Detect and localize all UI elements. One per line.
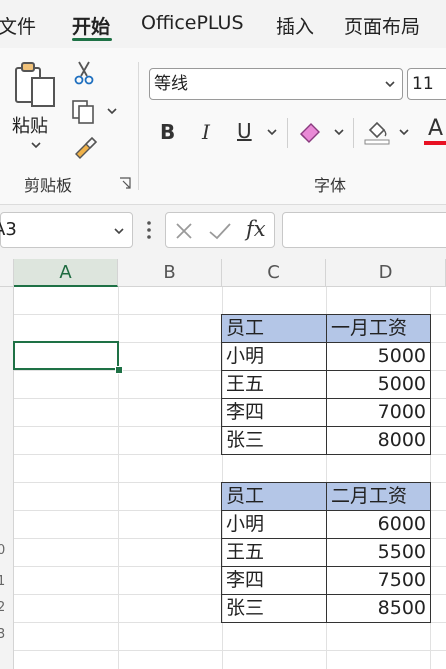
chevron-down-icon[interactable]: [398, 127, 410, 137]
table-cell[interactable]: 7500: [326, 566, 431, 595]
group-divider: [138, 62, 139, 190]
chevron-down-icon: [385, 81, 395, 88]
tab-home[interactable]: 开始: [72, 12, 110, 39]
fill-handle[interactable]: [115, 366, 123, 374]
font-size-value: 11: [412, 74, 434, 94]
chevron-down-icon: [114, 228, 124, 235]
scissors-icon[interactable]: [73, 60, 95, 86]
cancel-icon[interactable]: [174, 221, 194, 241]
table-cell[interactable]: 小明: [221, 510, 327, 539]
table-cell[interactable]: 8500: [326, 594, 431, 623]
font-color-button[interactable]: A: [428, 116, 443, 141]
table-cell[interactable]: 李四: [221, 398, 327, 427]
copy-button[interactable]: [70, 98, 122, 126]
formula-input[interactable]: [282, 212, 446, 248]
chevron-down-icon: [107, 108, 117, 115]
table-cell[interactable]: 5000: [326, 342, 431, 371]
ribbon-tab-bar: 文件 开始 OfficePLUS 插入 页面布局: [0, 0, 446, 48]
table-cell[interactable]: 8000: [326, 426, 431, 455]
row-number: 1: [0, 574, 6, 589]
column-header-a[interactable]: A: [14, 259, 118, 287]
table-header-cell[interactable]: 员工: [221, 314, 327, 343]
font-color-bar: [424, 141, 446, 145]
table-cell[interactable]: 6000: [326, 510, 431, 539]
paste-button[interactable]: 粘贴: [10, 60, 62, 154]
name-box[interactable]: A3: [0, 212, 133, 248]
table-cell[interactable]: 李四: [221, 566, 327, 595]
table-header-cell[interactable]: 一月工资: [326, 314, 431, 343]
row-number: 3: [0, 627, 6, 642]
toolbar-divider: [353, 118, 354, 148]
font-name-value: 等线: [154, 74, 188, 94]
clipboard-group-label: 剪贴板: [24, 176, 73, 195]
active-cell-selection[interactable]: [13, 341, 119, 370]
dialog-launcher-icon[interactable]: [119, 177, 131, 189]
format-painter-icon[interactable]: [72, 136, 98, 162]
name-box-value: A3: [0, 219, 17, 240]
paste-icon: [15, 62, 55, 107]
insert-function-button[interactable]: fx: [246, 217, 266, 241]
underline-button[interactable]: U: [237, 119, 252, 143]
row-number: 0: [0, 543, 6, 558]
table-cell[interactable]: 5000: [326, 370, 431, 399]
select-all-corner[interactable]: [0, 259, 14, 287]
font-size-select[interactable]: 11: [407, 68, 446, 100]
table-cell[interactable]: 王五: [221, 538, 327, 567]
tab-page-layout[interactable]: 页面布局: [344, 12, 420, 39]
chevron-down-icon[interactable]: [333, 127, 345, 137]
fill-color-icon[interactable]: [362, 116, 392, 146]
paste-label: 粘贴: [12, 116, 48, 137]
font-name-select[interactable]: 等线: [149, 68, 403, 100]
row-number: 2: [0, 600, 6, 615]
tab-insert[interactable]: 插入: [276, 12, 314, 39]
table-cell[interactable]: 小明: [221, 342, 327, 371]
chevron-down-icon[interactable]: [266, 127, 278, 137]
table-cell[interactable]: 王五: [221, 370, 327, 399]
table-header-cell[interactable]: 员工: [221, 482, 327, 511]
column-header-c[interactable]: C: [222, 259, 326, 287]
table-cell[interactable]: 张三: [221, 594, 327, 623]
table-header-cell[interactable]: 二月工资: [326, 482, 431, 511]
more-options-icon[interactable]: [146, 220, 152, 240]
table-cell[interactable]: 7000: [326, 398, 431, 427]
formula-buttons: fx: [165, 212, 275, 248]
copy-icon: [72, 100, 94, 124]
toolbar-divider: [287, 118, 288, 148]
table-cell[interactable]: 张三: [221, 426, 327, 455]
gridline: [14, 650, 446, 651]
column-header-b[interactable]: B: [118, 259, 222, 287]
clear-format-icon[interactable]: [297, 118, 325, 144]
active-tab-indicator: [72, 38, 112, 41]
column-header-d[interactable]: D: [326, 259, 446, 287]
italic-button[interactable]: I: [202, 120, 210, 144]
chevron-down-icon: [31, 142, 41, 149]
tab-officeplus[interactable]: OfficePLUS: [141, 12, 244, 34]
table-cell[interactable]: 5500: [326, 538, 431, 567]
font-group-label: 字体: [314, 176, 347, 195]
tab-file[interactable]: 文件: [0, 12, 36, 39]
enter-icon[interactable]: [208, 221, 232, 241]
bold-button[interactable]: B: [160, 120, 175, 144]
